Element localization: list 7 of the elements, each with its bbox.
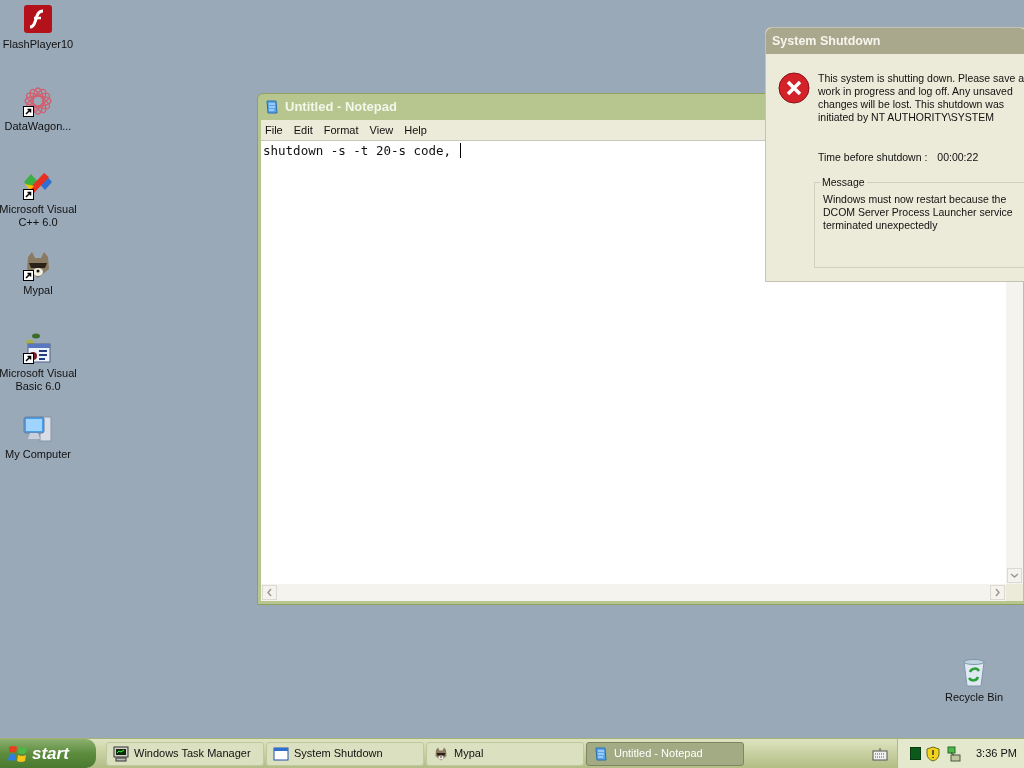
window-title: Untitled - Notepad [285, 98, 397, 117]
countdown-label: Time before shutdown : [818, 150, 928, 165]
editor-text: shutdown -s -t 20-s code, [263, 143, 452, 159]
restart-message: Windows must now restart because the DCOM Server Process Launcher service terminated unexpectedly [823, 192, 1014, 232]
shutdown-message: This system is shutting down. Please save a work in progress and log off. Any unsaved changes will be lost. This shutdown was initiated by NT AUTHORITY\SYSTEM [818, 72, 1024, 124]
countdown-value: 00:00:22 [937, 150, 979, 165]
dialog-title: System Shutdown [772, 32, 881, 50]
